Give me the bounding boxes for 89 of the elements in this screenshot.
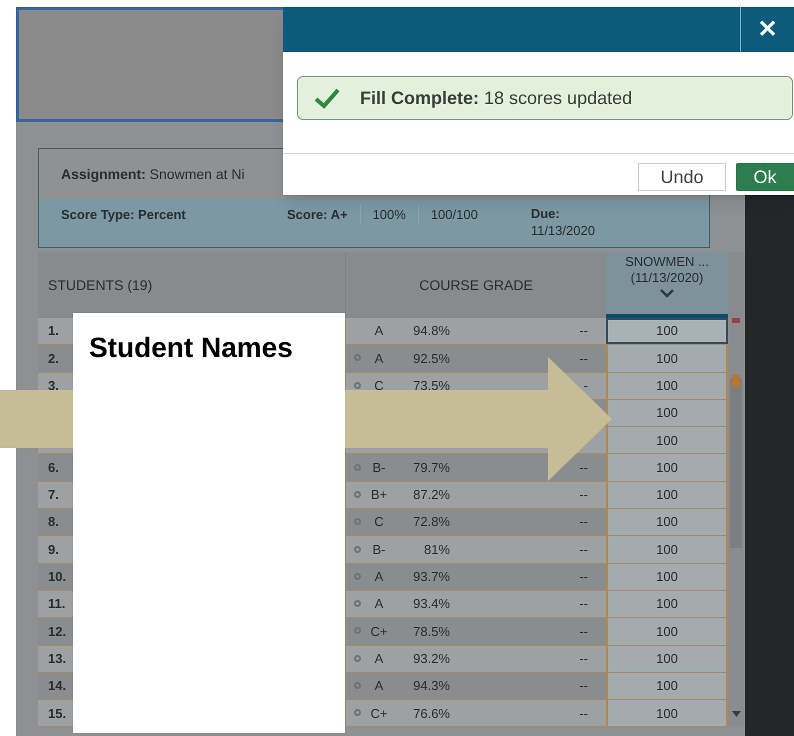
- grade-percent: 94.3%: [412, 677, 450, 696]
- scroll-marker: [732, 375, 740, 387]
- score-cell[interactable]: 100: [606, 590, 728, 618]
- score-cell[interactable]: 100: [606, 400, 728, 426]
- row-number: 9.: [48, 540, 59, 559]
- ok-button[interactable]: Ok: [736, 163, 794, 191]
- grade-letter: A: [374, 568, 384, 586]
- score-cell[interactable]: 100: [606, 564, 728, 590]
- score-type: Score Type: Percent: [61, 206, 187, 224]
- grade-letter: B+: [370, 486, 388, 504]
- empty-value: --: [579, 513, 588, 532]
- grade-percent: 94.8%: [412, 322, 450, 340]
- score-cell[interactable]: 100: [606, 509, 728, 536]
- grade-letter: A: [374, 650, 384, 668]
- empty-value: --: [579, 322, 588, 340]
- score-cell[interactable]: 100: [606, 427, 728, 454]
- grade-letter: B-: [372, 458, 386, 477]
- empty-value: --: [579, 458, 588, 477]
- empty-value: --: [579, 540, 588, 559]
- row-number: 6.: [48, 458, 59, 477]
- empty-value: --: [579, 677, 588, 696]
- score-cell[interactable]: 100: [606, 646, 728, 672]
- score-cell[interactable]: 100: [606, 345, 728, 372]
- grade-percent: 92.5%: [412, 350, 450, 368]
- row-number: 13.: [48, 650, 66, 668]
- score-cell[interactable]: 100: [606, 536, 728, 563]
- empty-value: -: [584, 376, 588, 395]
- grade-letter: C+: [370, 622, 388, 641]
- grade-letter: A: [374, 595, 384, 614]
- score-points: 100/100: [430, 206, 479, 224]
- grade-percent: 72.8%: [412, 513, 450, 532]
- empty-value: --: [579, 704, 588, 723]
- score-letter: Score: A+: [287, 205, 361, 224]
- score-cell[interactable]: 100: [606, 454, 728, 481]
- grade-letter: C: [373, 513, 385, 532]
- assignment-name: Assignment: Snowmen at Ni: [61, 164, 245, 184]
- grade-percent: 93.4%: [412, 595, 450, 614]
- due-date: 11/13/2020: [530, 222, 595, 239]
- row-number: 15.: [48, 704, 66, 723]
- grade-letter: A: [374, 322, 384, 340]
- row-number: 11.: [48, 595, 66, 614]
- row-number: 12.: [48, 622, 66, 641]
- scrollbar[interactable]: [728, 318, 745, 728]
- grade-percent: 93.7%: [412, 568, 450, 586]
- grade-percent: 93.2%: [412, 650, 450, 668]
- grade-percent: 87.2%: [412, 486, 450, 504]
- row-number: 3.: [48, 376, 59, 395]
- grade-percent: 81%: [422, 540, 450, 559]
- grade-letter: A: [374, 350, 384, 368]
- grade-percent: 76.6%: [412, 704, 450, 723]
- empty-value: --: [579, 486, 588, 504]
- close-button[interactable]: ✕: [740, 7, 794, 52]
- empty-value: --: [579, 595, 588, 614]
- grade-percent: 78.5%: [412, 622, 450, 641]
- column-header[interactable]: STUDENTS (19): [48, 274, 152, 296]
- row-number: 2.: [48, 350, 59, 368]
- annotation-label: Student Names: [89, 332, 293, 363]
- grade-percent: 73.5%: [412, 376, 450, 395]
- chevron-down-icon: [660, 289, 674, 298]
- grade-letter: A: [374, 677, 384, 696]
- assignment-column-header[interactable]: SNOWMEN ... (11/13/2020): [606, 252, 728, 318]
- score-cell[interactable]: 100: [606, 672, 728, 700]
- grade-letter: C+: [370, 704, 388, 723]
- undo-button[interactable]: Undo: [638, 163, 726, 191]
- score-cell[interactable]: 100: [606, 372, 728, 399]
- grade-letter: C: [373, 376, 385, 395]
- score-cell[interactable]: 100: [606, 618, 728, 645]
- due-label: Due:: [530, 205, 561, 222]
- checkmark-icon: [314, 87, 340, 109]
- row-number: 10.: [48, 568, 66, 586]
- row-number: 8.: [48, 513, 59, 532]
- scrollbar-thumb[interactable]: [730, 378, 742, 548]
- grade-percent: 79.7%: [412, 458, 450, 477]
- scroll-marker: [732, 318, 740, 323]
- empty-value: --: [579, 650, 588, 668]
- row-number: 14.: [48, 677, 66, 696]
- score-percent: 100%: [360, 205, 419, 224]
- score-cell[interactable]: 100: [606, 318, 728, 344]
- empty-value: --: [579, 350, 588, 368]
- empty-value: --: [579, 568, 588, 586]
- alert-message: Fill Complete: 18 scores updated: [360, 86, 632, 110]
- grade-letter: B-: [372, 540, 386, 559]
- empty-value: --: [579, 622, 588, 641]
- row-number: 7.: [48, 486, 59, 504]
- score-cell[interactable]: 100: [606, 700, 728, 726]
- column-header[interactable]: COURSE GRADE: [419, 274, 533, 296]
- score-cell[interactable]: 100: [606, 482, 728, 508]
- scroll-down-icon[interactable]: [732, 711, 741, 717]
- row-number: 1.: [48, 322, 59, 340]
